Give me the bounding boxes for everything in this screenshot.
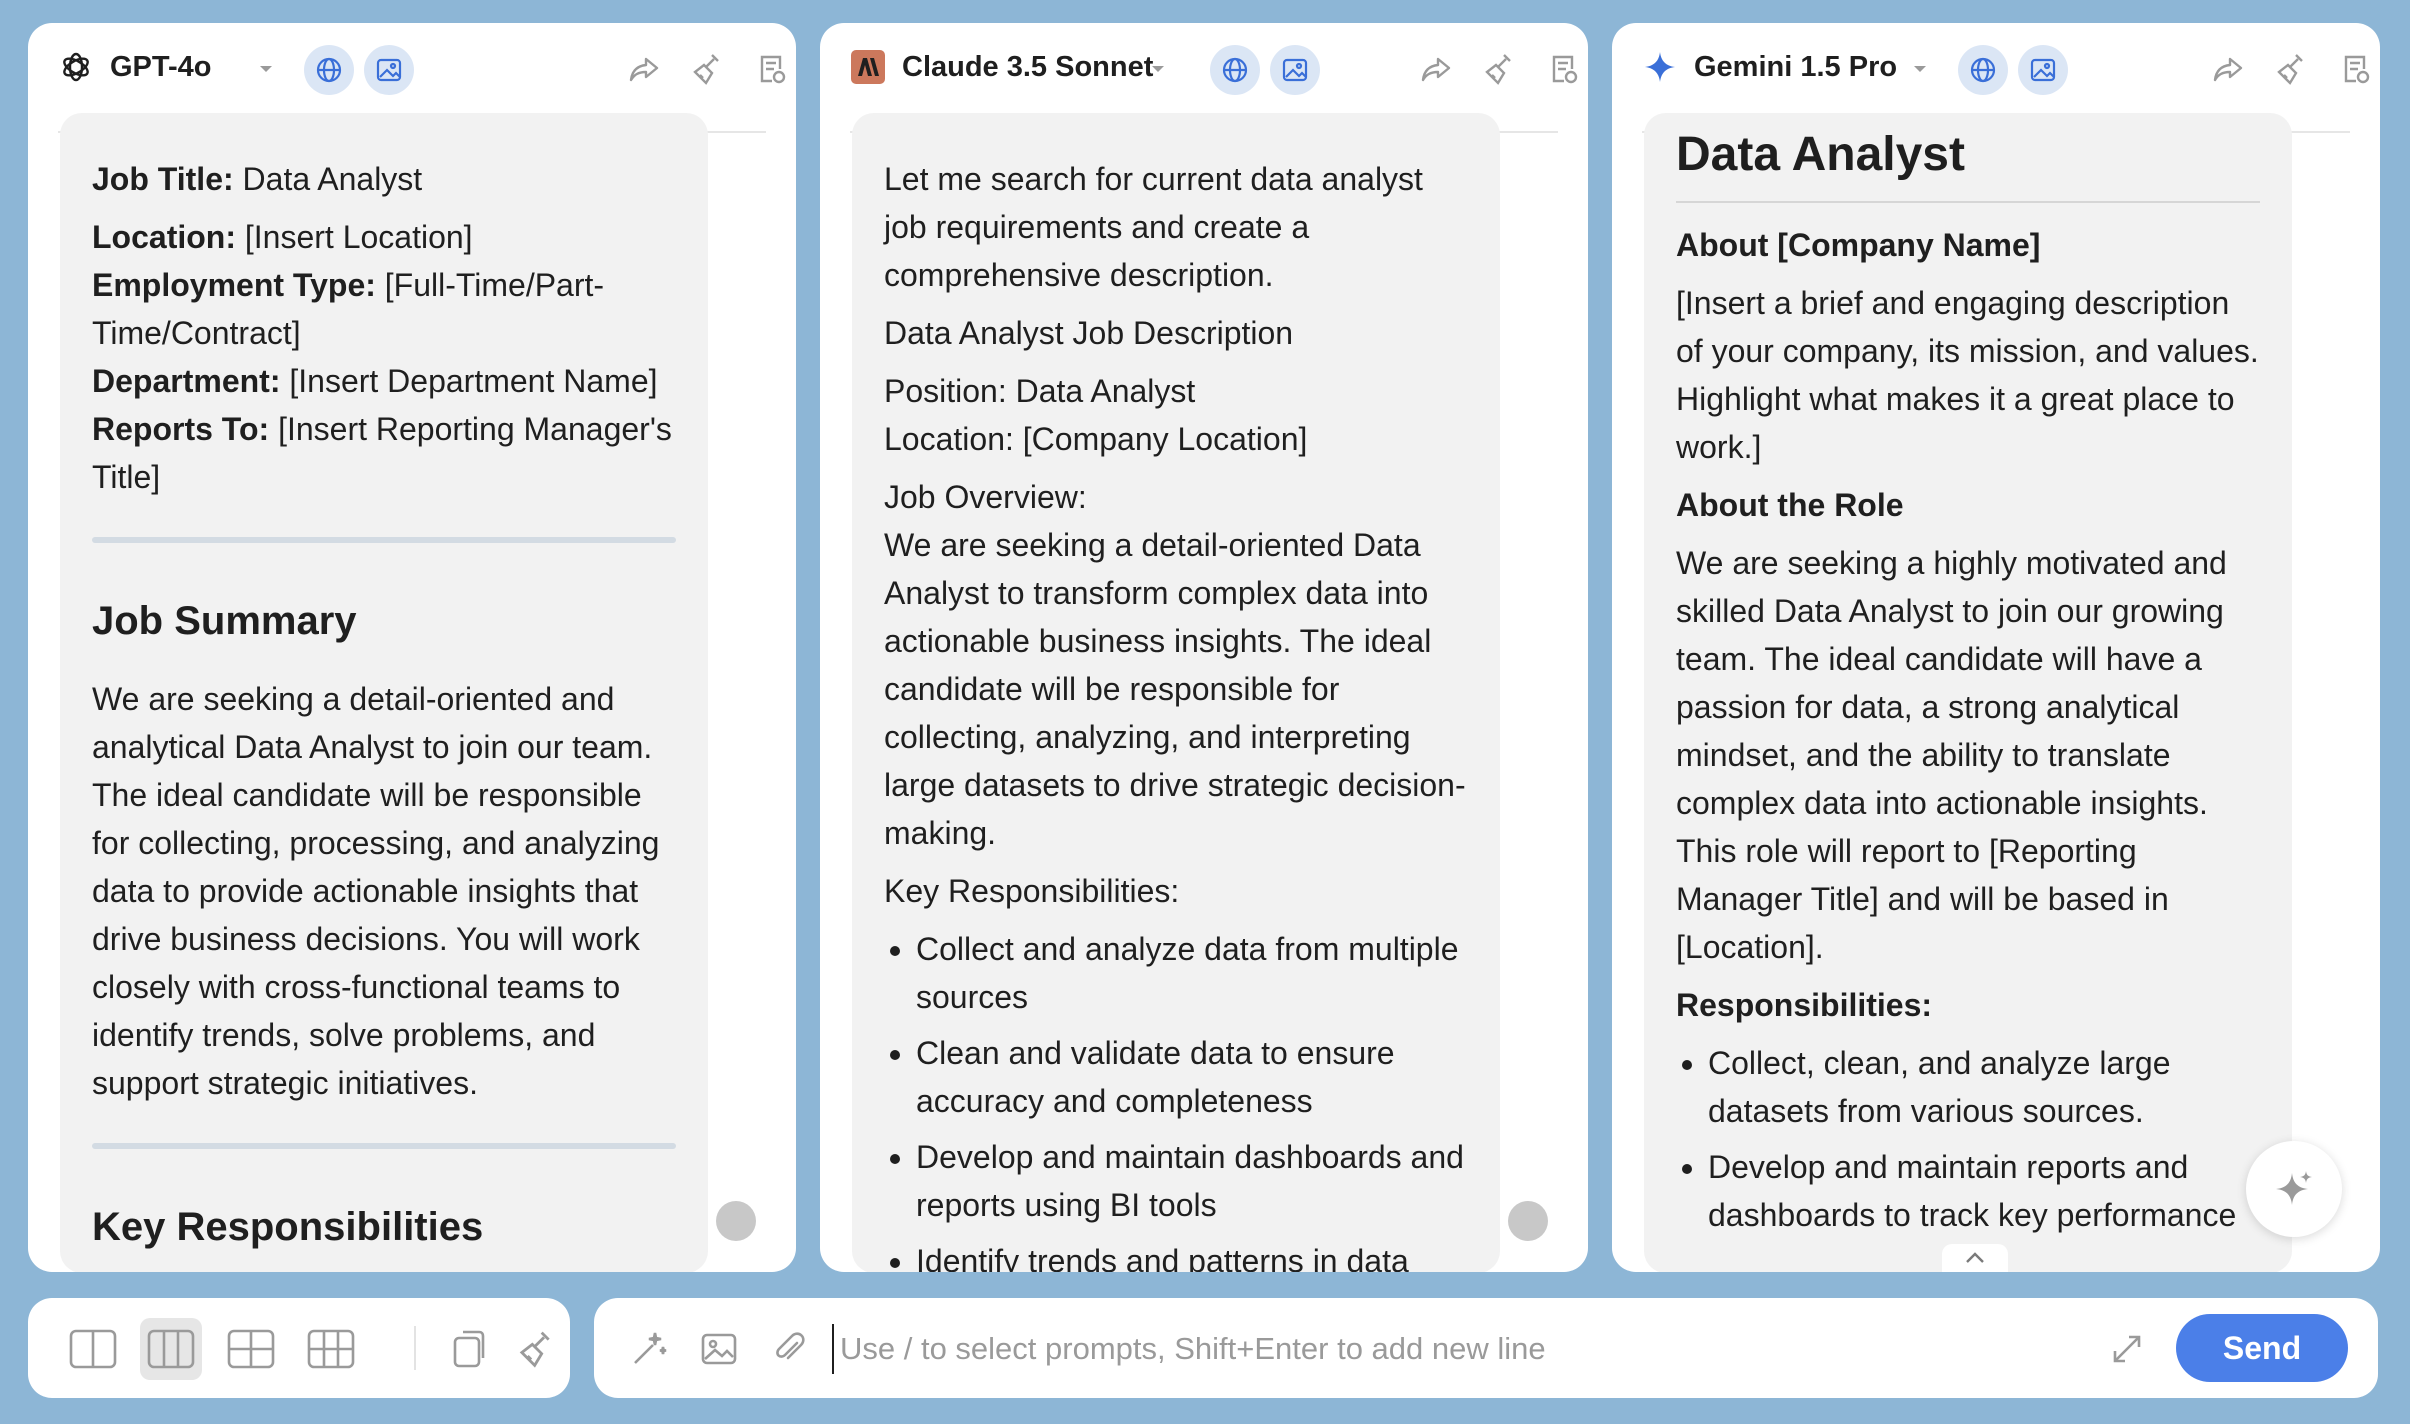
image-upload-icon[interactable] [698,1328,740,1370]
notes-icon[interactable] [1544,49,1584,89]
clear-chat-icon[interactable] [1480,49,1520,89]
clear-chat-icon[interactable] [688,49,728,89]
intro-paragraph: Let me search for current data analyst j… [884,161,1423,293]
response-title: Data Analyst [1676,125,2260,203]
notes-icon[interactable] [752,49,792,89]
responsibilities-label: Key Responsibilities: [884,873,1180,909]
field-label: Reports To: [92,411,270,447]
three-column-layout-icon[interactable] [140,1318,202,1380]
chat-panel-claude: Claude 3.5 Sonnet Let me search for curr… [820,23,1588,1272]
overview-label: Job Overview: [884,479,1087,515]
field-label: Job Title: [92,161,234,197]
response-bubble: Data Analyst About [Company Name] [Inser… [1644,113,2292,1272]
department-line: Department: [Insert Department Name] [92,357,676,405]
job-title-line: Job Title: Data Analyst [92,155,676,203]
clear-all-icon[interactable] [506,1318,568,1380]
copy-icon[interactable] [438,1318,500,1380]
share-icon[interactable] [2208,49,2248,89]
prompt-bar: Send [594,1298,2378,1398]
share-icon[interactable] [1416,49,1456,89]
expand-icon[interactable] [2106,1328,2148,1370]
location-line: Location: [Insert Location] [92,213,676,261]
field-value: [Insert Location] [244,219,473,255]
web-search-icon[interactable] [1958,45,2008,95]
model-selector[interactable]: Gemini 1.5 Pro [1694,51,1897,84]
field-label: Department: [92,363,281,399]
send-button[interactable]: Send [2176,1314,2348,1382]
sparkle-icon[interactable] [2246,1141,2342,1237]
section-heading: About [Company Name] [1676,227,2041,263]
openai-logo-icon [58,49,94,85]
model-selector[interactable]: GPT-4o [110,51,212,84]
chevron-up-icon[interactable] [1942,1244,2008,1272]
image-generation-icon[interactable] [2018,45,2068,95]
gemini-logo-icon [1642,49,1678,85]
share-icon[interactable] [624,49,664,89]
list-item: Collect, clean, and analyze large datase… [1708,1039,2260,1135]
section-heading: Job Summary [92,599,357,643]
about-role-paragraph: We are seeking a highly motivated and sk… [1676,545,2227,965]
two-column-layout-icon[interactable] [62,1318,124,1380]
six-grid-layout-icon[interactable] [300,1318,362,1380]
field-label: Employment Type: [92,267,376,303]
list-item: Identify trends and patterns in data [916,1237,1468,1272]
scroll-to-bottom-button[interactable] [1508,1201,1548,1241]
section-heading: About the Role [1676,487,1904,523]
magic-wand-icon[interactable] [628,1328,670,1370]
overview-paragraph: We are seeking a detail-oriented Data An… [884,527,1466,851]
response-bubble: Let me search for current data analyst j… [852,113,1500,1272]
position-line: Position: Data Analyst [884,373,1196,409]
divider [92,1143,676,1149]
chat-panel-gemini: Gemini 1.5 Pro Data Analyst About [Compa… [1612,23,2380,1272]
list-item: Collect and analyze data from multiple s… [916,925,1468,1021]
about-company-paragraph: [Insert a brief and engaging description… [1676,285,2259,465]
chevron-down-icon[interactable] [1906,55,1934,83]
divider [92,537,676,543]
field-value: [Insert Department Name] [289,363,658,399]
chevron-down-icon[interactable] [1144,55,1172,83]
section-heading: Responsibilities: [1676,987,1933,1023]
list-item: Develop and maintain dashboards and repo… [916,1133,1468,1229]
toolbar-divider [414,1326,416,1370]
field-value: Data Analyst [242,161,423,197]
list-item: Develop and maintain reports and dashboa… [1708,1143,2260,1239]
responsibilities-list: Collect, clean, and analyze large datase… [1676,1039,2260,1239]
attachment-icon[interactable] [768,1328,810,1370]
chevron-down-icon[interactable] [252,55,280,83]
four-grid-layout-icon[interactable] [220,1318,282,1380]
document-title: Data Analyst Job Description [884,315,1294,351]
summary-paragraph: We are seeking a detail-oriented and ana… [92,681,660,1101]
web-search-icon[interactable] [1210,45,1260,95]
scroll-to-bottom-button[interactable] [716,1201,756,1241]
prompt-input[interactable] [832,1324,1982,1374]
response-bubble: Job Title: Data Analyst Location: [Inser… [60,113,708,1272]
field-label: Location: [92,219,236,255]
image-generation-icon[interactable] [364,45,414,95]
reports-to-line: Reports To: [Insert Reporting Manager's … [92,405,676,501]
responsibilities-list: Collect and analyze data from multiple s… [884,925,1468,1272]
section-heading: Key Responsibilities [92,1205,484,1249]
model-selector[interactable]: Claude 3.5 Sonnet [902,51,1153,84]
layout-toolbar [28,1298,570,1398]
chat-panel-gpt4o: GPT-4o Job Title: Data Analyst Location:… [28,23,796,1272]
web-search-icon[interactable] [304,45,354,95]
location-line: Location: [Company Location] [884,421,1308,457]
notes-icon[interactable] [2336,49,2376,89]
employment-type-line: Employment Type: [Full-Time/Part-Time/Co… [92,261,676,357]
list-item: Clean and validate data to ensure accura… [916,1029,1468,1125]
image-generation-icon[interactable] [1270,45,1320,95]
anthropic-logo-icon [850,49,886,85]
clear-chat-icon[interactable] [2272,49,2312,89]
